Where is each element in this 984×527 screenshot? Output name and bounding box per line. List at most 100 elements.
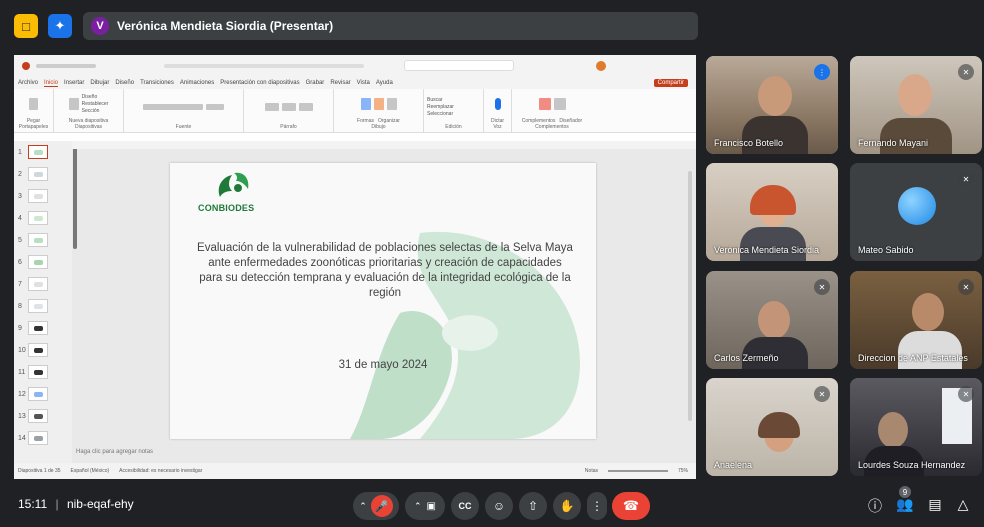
- thumb-row: 2: [18, 165, 48, 183]
- reactions-button[interactable]: ☺: [485, 492, 513, 520]
- meet-window: □ ✦ V Verónica Mendieta Siordia (Present…: [0, 0, 984, 527]
- chevron-up-icon[interactable]: ⌃: [359, 501, 367, 512]
- present-button[interactable]: ⇧: [519, 492, 547, 520]
- participant-tile[interactable]: ✕ Fernando Mayani: [850, 56, 982, 154]
- group-label-fuente: Fuente: [175, 124, 192, 130]
- more-options-button[interactable]: ⋮: [587, 492, 607, 520]
- meeting-details-icon[interactable]: ⓘ: [866, 496, 884, 516]
- mic-off-icon: ✕: [958, 279, 974, 295]
- accessibility-status: Accesibilidad: es necesario investigar: [119, 468, 203, 474]
- people-icon[interactable]: 👥: [896, 496, 914, 513]
- menu-archivo: Archivo: [18, 80, 39, 86]
- raise-hand-button[interactable]: ✋: [553, 492, 581, 520]
- meeting-info: 15:11 | nib-eqaf-ehy: [18, 497, 134, 511]
- participant-tile[interactable]: ✕ Direccion de ANP Estatales: [850, 271, 982, 369]
- activities-icon[interactable]: △: [954, 496, 972, 513]
- presenter-avatar: V: [91, 17, 109, 35]
- designer-icon: [553, 97, 566, 110]
- bottom-bar: 15:11 | nib-eqaf-ehy ⌃ 🎤 ⌃ ▣ CC ☺ ⇧ ✋ ⋮ …: [0, 482, 984, 527]
- present-screen-icon[interactable]: ⇧: [528, 499, 538, 513]
- emoji-icon[interactable]: ☺: [493, 499, 505, 513]
- menu-animaciones: Animaciones: [179, 80, 215, 86]
- participant-name: Lourdes Souza Hernandez: [858, 460, 966, 470]
- participant-tile[interactable]: Verónica Mendieta Siordia: [706, 163, 838, 261]
- speaking-indicator-icon: ⋮: [814, 64, 830, 80]
- group-portapapeles: Pegar Portapapeles: [14, 89, 54, 132]
- find-label: Buscar: [427, 96, 443, 103]
- participant-tile[interactable]: ✕ Anaelena: [706, 378, 838, 476]
- hand-icon[interactable]: ✋: [560, 499, 575, 513]
- participant-tile[interactable]: ✕ Carlos Zermeño: [706, 271, 838, 369]
- menu-transiciones: Transiciones: [140, 80, 174, 86]
- group-label-edicion: Edición: [445, 124, 462, 130]
- thumb-row: 6: [18, 253, 48, 271]
- chevron-up-icon[interactable]: ⌃: [414, 501, 422, 512]
- slide-count: Diapositiva 1 de 35: [18, 468, 61, 474]
- menu-insertar: Insertar: [64, 80, 85, 86]
- thumb-row: 11: [18, 363, 48, 381]
- leave-call-button[interactable]: ☎: [612, 492, 650, 520]
- thumb-row: 5: [18, 231, 48, 249]
- participant-video: [898, 74, 932, 116]
- participant-avatar: [898, 187, 936, 225]
- separator: |: [55, 497, 59, 511]
- participant-video: [758, 301, 790, 339]
- participant-video: [758, 76, 792, 116]
- slide-thumbnail: [28, 365, 48, 379]
- mic-control[interactable]: ⌃ 🎤: [353, 492, 399, 520]
- camera-icon[interactable]: ▣: [427, 501, 436, 512]
- bullets-icon: [264, 102, 279, 111]
- group-label-parrafo: Párrafo: [280, 124, 297, 130]
- captions-icon[interactable]: CC: [459, 501, 472, 511]
- slide-thumbnail: [28, 145, 48, 159]
- quick-styles-icon: [386, 97, 397, 110]
- thumbnail-pane: 1 2 3 4 5 6 7 8 9 10 11 12 13 14: [14, 141, 72, 463]
- mic-off-icon: ✕: [958, 386, 974, 402]
- menu-vista: Vista: [356, 80, 370, 86]
- slide-thumbnail: [28, 431, 48, 445]
- slide-thumbnail: [28, 387, 48, 401]
- participant-tile[interactable]: ✕ Mateo Sabido: [850, 163, 982, 261]
- activities-app-icon[interactable]: ✦: [48, 14, 72, 38]
- group-label-diapositivas: Diapositivas: [75, 124, 102, 130]
- slide-title: Evaluación de la vulnerabilidad de pobla…: [197, 242, 573, 299]
- thumbnail-scrollbar: [73, 141, 77, 249]
- menu-inicio: Inicio: [44, 79, 59, 87]
- participant-name: Fernando Mayani: [858, 138, 929, 148]
- captions-button[interactable]: CC: [451, 492, 479, 520]
- ppt-status-bar: Diapositiva 1 de 35 Español (México) Acc…: [14, 463, 696, 479]
- zoom-slider: [607, 470, 668, 472]
- mic-off-icon[interactable]: 🎤: [370, 495, 393, 517]
- slide-thumbnail: [28, 189, 48, 203]
- menu-revisar: Revisar: [330, 80, 351, 86]
- share-button: Compartir: [653, 79, 688, 87]
- camera-control[interactable]: ⌃ ▣: [405, 492, 445, 520]
- slide-thumbnail: [28, 255, 48, 269]
- new-slide-icon: [68, 97, 79, 110]
- whiteboard-app-icon[interactable]: □: [14, 14, 38, 38]
- section-label: Sección: [81, 107, 100, 114]
- language-status: Español (México): [70, 468, 110, 474]
- participant-video: [912, 293, 944, 331]
- mic-off-icon: ✕: [958, 64, 974, 80]
- participant-video: [878, 412, 908, 448]
- thumb-row: 3: [18, 187, 48, 205]
- participant-name: Carlos Zermeño: [714, 353, 779, 363]
- slide-thumbnail: [28, 233, 48, 247]
- mic-off-icon: ✕: [814, 279, 830, 295]
- replace-label: Reemplazar: [427, 103, 454, 110]
- thumb-row: 12: [18, 385, 48, 403]
- chat-icon[interactable]: ▤: [926, 496, 944, 513]
- participant-tile[interactable]: ✕ Lourdes Souza Hernandez: [850, 378, 982, 476]
- participant-tile[interactable]: ⋮ Francisco Botello: [706, 56, 838, 154]
- group-diapositivas: Diseño Restablecer Sección Nueva diaposi…: [54, 89, 124, 132]
- top-bar: □ ✦ V Verónica Mendieta Siordia (Present…: [0, 0, 984, 50]
- clock-time: 15:11: [18, 497, 48, 511]
- font-box: [143, 103, 203, 110]
- horizontal-ruler: [72, 141, 696, 149]
- end-call-icon[interactable]: ☎: [623, 498, 639, 514]
- select-label: Seleccionar: [427, 110, 454, 117]
- slide-thumbnail: [28, 409, 48, 423]
- more-vert-icon[interactable]: ⋮: [591, 499, 603, 513]
- zoom-level: 75%: [677, 468, 688, 474]
